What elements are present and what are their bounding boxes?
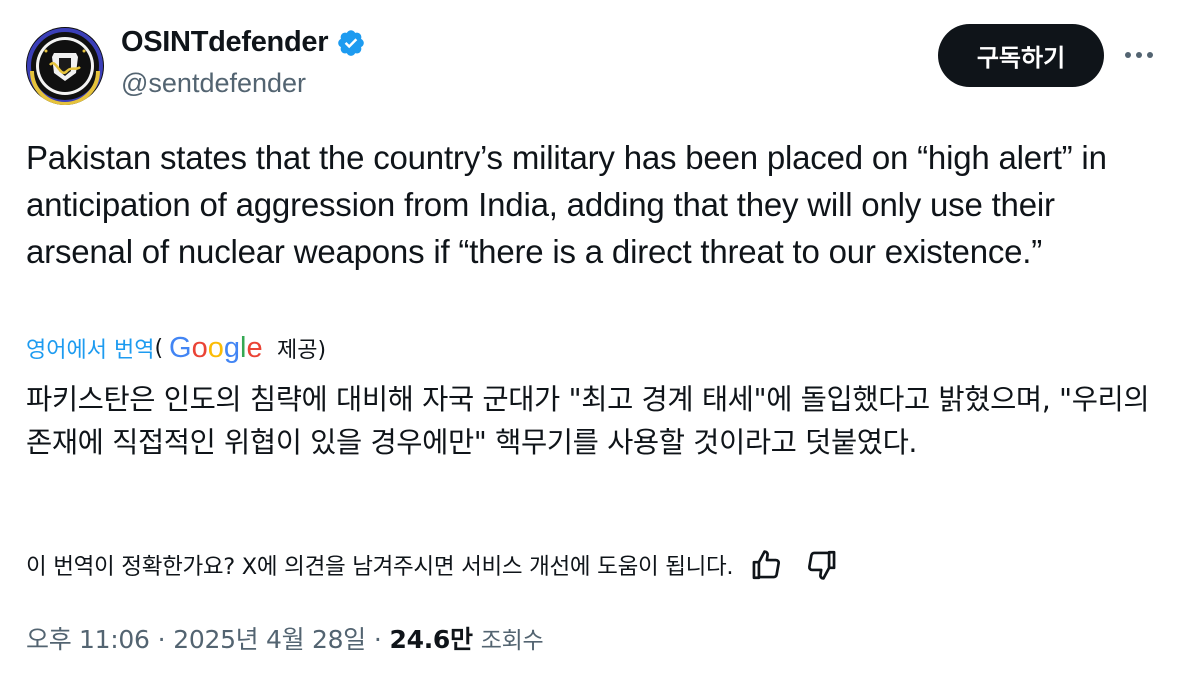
more-options-button[interactable] (1118, 40, 1160, 70)
thumbs-down-icon[interactable] (805, 548, 839, 582)
author-display-name[interactable]: OSINTdefender (121, 26, 328, 59)
svg-text:Google: Google (169, 332, 263, 364)
more-horizontal-icon (1125, 52, 1131, 58)
tweet-time[interactable]: 오후 11:06 (26, 620, 150, 656)
meta-separator: · (157, 625, 166, 654)
open-paren: ( (154, 335, 164, 361)
tweet-date[interactable]: 2025년 4월 28일 (173, 620, 366, 656)
tweet-meta: 오후 11:06 · 2025년 4월 28일 · 24.6만 조회수 (26, 620, 544, 656)
author-handle[interactable]: @sentdefender (121, 68, 306, 99)
feedback-prompt: 이 번역이 정확한가요? X에 의견을 남겨주시면 서비스 개선에 도움이 됩니… (26, 554, 734, 580)
author-name-row: OSINTdefender (121, 26, 366, 59)
translation-attribution: 영어에서 번역 ( Google 제공) (26, 332, 326, 364)
verified-badge-icon[interactable] (336, 28, 366, 58)
meta-separator: · (373, 625, 382, 654)
google-wordmark: Google (169, 332, 263, 364)
author-avatar[interactable] (26, 27, 104, 105)
thumbs-up-icon[interactable] (749, 548, 783, 582)
shield-emblem-logo-icon (27, 28, 103, 105)
more-horizontal-icon (1147, 52, 1153, 58)
translated-text: 파키스탄은 인도의 침략에 대비해 자국 군대가 "최고 경계 태세"에 돌입했… (26, 383, 1150, 459)
translation-feedback-row: 이 번역이 정확한가요? X에 의견을 남겨주시면 서비스 개선에 도움이 됩니… (26, 548, 839, 582)
translated-from-link[interactable]: 영어에서 번역 (26, 332, 154, 364)
google-logo-icon: Google (169, 332, 269, 364)
tweet-text: Pakistan states that the country’s milit… (26, 139, 1107, 270)
provided-label: 제공) (277, 338, 327, 363)
subscribe-button[interactable]: 구독하기 (938, 24, 1104, 87)
views-label: 조회수 (480, 628, 544, 654)
more-horizontal-icon (1136, 52, 1142, 58)
tweet-card: OSINTdefender @sentdefender 구독하기 Pakista… (0, 0, 1180, 690)
views-count[interactable]: 24.6만 (390, 620, 473, 656)
